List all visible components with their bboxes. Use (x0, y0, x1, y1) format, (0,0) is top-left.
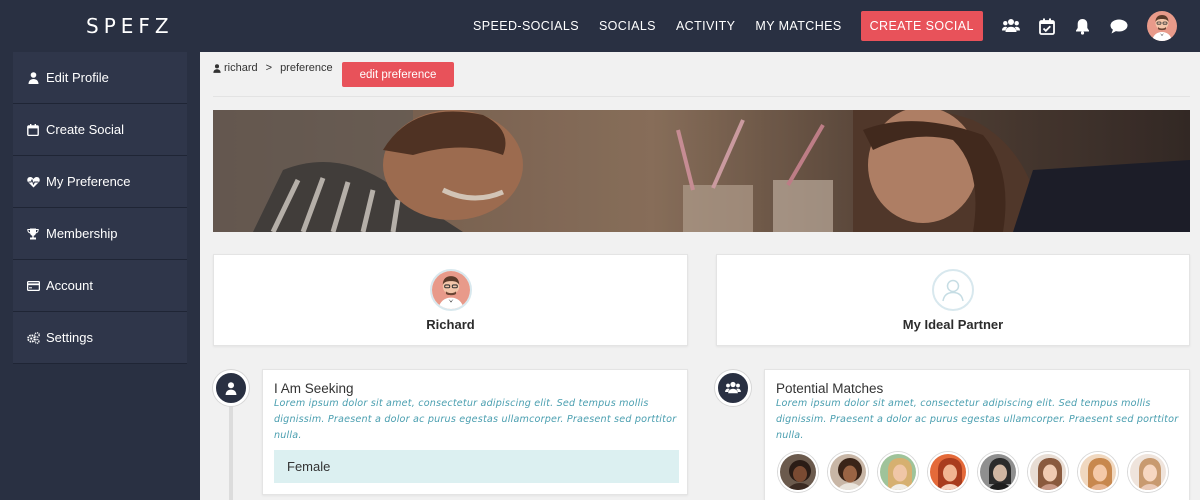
breadcrumb-separator: > (265, 62, 273, 74)
logo[interactable]: SPEFZ (86, 14, 174, 38)
sidebar-item-label: Membership (46, 226, 118, 241)
user-icon (26, 71, 40, 85)
partner-title: My Ideal Partner (902, 317, 1004, 332)
profile-name: Richard (426, 317, 475, 332)
sidebar-item-account[interactable]: Account (13, 260, 187, 312)
profile-avatar[interactable] (430, 269, 472, 311)
sidebar-item-label: My Preference (46, 174, 131, 189)
sidebar: Edit Profile Create Social My Preference… (13, 52, 187, 364)
heart-pulse-icon (26, 175, 40, 189)
match-avatar[interactable] (928, 452, 968, 492)
trophy-icon (26, 227, 40, 241)
matches-description: Lorem ipsum dolor sit amet, consectetur … (776, 398, 1179, 441)
nav-my-matches[interactable]: MY MATCHES (755, 19, 841, 33)
timeline-user-icon (213, 370, 249, 406)
match-avatar[interactable] (1078, 452, 1118, 492)
match-avatar[interactable] (778, 452, 818, 492)
sidebar-item-my-preference[interactable]: My Preference (13, 156, 187, 208)
ideal-partner-card: My Ideal Partner (716, 254, 1190, 346)
nav-speed-socials[interactable]: SPEED-SOCIALS (473, 19, 579, 33)
sidebar-item-edit-profile[interactable]: Edit Profile (13, 52, 187, 104)
divider (213, 96, 1190, 97)
matches-title: Potential Matches (776, 381, 884, 396)
seeking-title: I Am Seeking (274, 381, 354, 396)
bell-icon[interactable] (1073, 16, 1093, 36)
sidebar-item-create-social[interactable]: Create Social (13, 104, 187, 156)
edit-preference-button[interactable]: edit preference (342, 62, 454, 87)
calendar-icon (26, 123, 40, 137)
top-navbar: SPEFZ SPEED-SOCIALS SOCIALS ACTIVITY MY … (0, 0, 1200, 52)
people-icon[interactable] (1001, 16, 1021, 36)
sidebar-item-settings[interactable]: Settings (13, 312, 187, 364)
hero-banner-image (213, 110, 1190, 232)
user-icon (213, 63, 221, 73)
sidebar-item-label: Create Social (46, 122, 125, 137)
user-avatar[interactable] (1146, 11, 1177, 41)
nav-socials[interactable]: SOCIALS (599, 19, 656, 33)
credit-card-icon (26, 279, 40, 293)
seeking-description: Lorem ipsum dolor sit amet, consectetur … (274, 398, 677, 441)
my-profile-card: Richard (213, 254, 688, 346)
seeking-value[interactable]: Female (274, 450, 679, 483)
match-avatar[interactable] (1128, 452, 1168, 492)
placeholder-avatar-icon[interactable] (932, 269, 974, 311)
breadcrumb: richard > preference (213, 62, 333, 74)
sidebar-item-label: Edit Profile (46, 70, 109, 85)
main-nav: SPEED-SOCIALS SOCIALS ACTIVITY MY MATCHE… (473, 0, 1177, 52)
sidebar-item-label: Account (46, 278, 93, 293)
timeline-people-icon (715, 370, 751, 406)
potential-matches-panel: Potential Matches Lorem ipsum dolor sit … (764, 369, 1190, 500)
breadcrumb-current: preference (280, 62, 333, 74)
breadcrumb-user[interactable]: richard (224, 62, 258, 74)
seeking-panel: I Am Seeking Lorem ipsum dolor sit amet,… (262, 369, 688, 495)
match-avatar[interactable] (828, 452, 868, 492)
match-avatar[interactable] (978, 452, 1018, 492)
match-avatar[interactable] (1028, 452, 1068, 492)
timeline-line (229, 395, 233, 500)
sidebar-item-membership[interactable]: Membership (13, 208, 187, 260)
chat-icon[interactable] (1109, 16, 1129, 36)
match-avatar[interactable] (878, 452, 918, 492)
calendar-check-icon[interactable] (1037, 16, 1057, 36)
gears-icon (26, 331, 40, 345)
nav-activity[interactable]: ACTIVITY (676, 19, 735, 33)
create-social-button[interactable]: CREATE SOCIAL (860, 11, 983, 41)
sidebar-item-label: Settings (46, 330, 93, 345)
